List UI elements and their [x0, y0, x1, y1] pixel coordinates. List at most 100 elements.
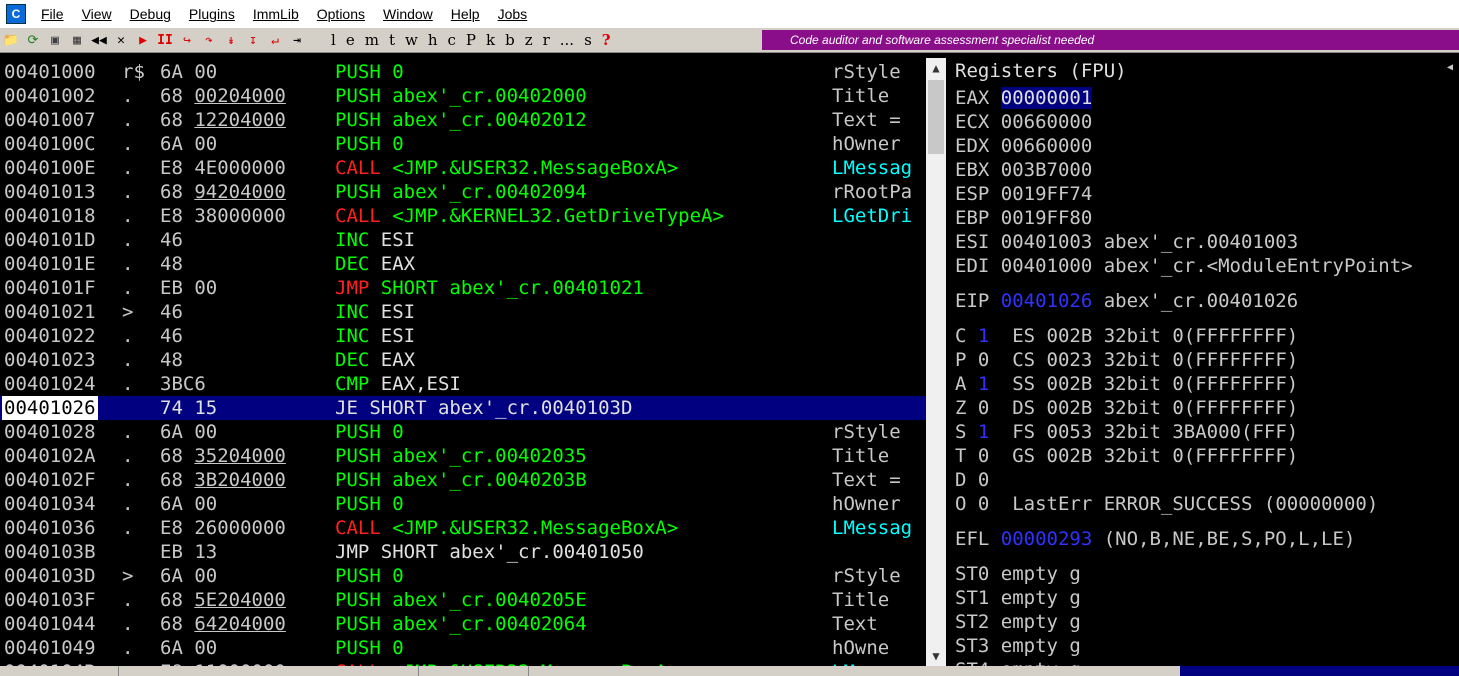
register-line[interactable]: EFL 00000293 (NO,B,NE,BE,S,PO,L,LE)	[955, 527, 1355, 551]
scroll-up-icon[interactable]: ▲	[926, 58, 946, 78]
register-line[interactable]: EDX 00660000	[955, 134, 1092, 158]
open-icon[interactable]: 📁	[2, 32, 20, 48]
disasm-row[interactable]: 0040102F. 68 3B204000 PUSH abex'_cr.004020…	[0, 468, 945, 492]
menu-options[interactable]: Options	[317, 6, 365, 22]
menu-help[interactable]: Help	[451, 6, 480, 22]
register-value[interactable]: 00660000	[1001, 111, 1093, 133]
disasm-row[interactable]: 00401000 r$ 6A 00 PUSH 0 rStyle	[0, 60, 945, 84]
register-line[interactable]: ESP 0019FF74	[955, 182, 1092, 206]
restart-icon[interactable]: ⟳	[24, 32, 42, 48]
shortcut-callstack[interactable]: k	[486, 31, 495, 49]
shortcut-help[interactable]: ?	[602, 31, 611, 49]
register-line[interactable]: ST1 empty g	[955, 586, 1081, 610]
trace-into-icon[interactable]: ↡	[222, 32, 240, 48]
register-value[interactable]: empty g	[1001, 563, 1081, 585]
go-to-icon[interactable]: ⇥	[288, 32, 306, 48]
flag-value[interactable]: 1	[978, 373, 989, 395]
disasm-row[interactable]: 0040102A. 68 35204000 PUSH abex'_cr.004020…	[0, 444, 945, 468]
disasm-row[interactable]: 00401023. 48 DEC EAX	[0, 348, 945, 372]
disasm-row[interactable]: 00401007. 68 12204000 PUSH abex'_cr.004020…	[0, 108, 945, 132]
run-icon[interactable]: ▶	[134, 32, 152, 48]
register-line[interactable]: EIP 00401026 abex'_cr.00401026	[955, 289, 1298, 313]
disasm-row[interactable]: 0040103F. 68 5E204000 PUSH abex'_cr.004020…	[0, 588, 945, 612]
shortcut-executable[interactable]: e	[346, 31, 355, 49]
flag-value[interactable]: 0	[978, 349, 989, 371]
register-value[interactable]: 00660000	[1001, 135, 1093, 157]
shortcut-source[interactable]: s	[584, 31, 592, 49]
disasm-row[interactable]: 0040103B EB 13 JMP SHORT abex'_cr.00401050	[0, 540, 945, 564]
flag-line[interactable]: O 0 LastErr ERROR_SUCCESS (00000000)	[955, 492, 1378, 516]
menu-debug[interactable]: Debug	[130, 6, 171, 22]
register-line[interactable]: ST2 empty g	[955, 610, 1081, 634]
shortcut-hw-breakpoints[interactable]: z	[525, 31, 533, 49]
registers-pane[interactable]: Registers (FPU) ◀ EAX 00000001 ECX 006600…	[949, 58, 1459, 666]
flag-line[interactable]: P 0 CS 0023 32bit 0(FFFFFFFF)	[955, 348, 1298, 372]
step-over-icon[interactable]: ↷	[200, 32, 218, 48]
register-line[interactable]: ST3 empty g	[955, 634, 1081, 658]
register-value[interactable]: 0019FF74	[1001, 183, 1093, 205]
shortcut-breakpoints[interactable]: b	[505, 31, 515, 49]
attach-icon[interactable]: ▦	[68, 32, 86, 48]
register-line[interactable]: EDI 00401000 abex'_cr.<ModuleEntryPoint>	[955, 254, 1413, 278]
flag-value[interactable]: 0	[978, 397, 989, 419]
step-into-icon[interactable]: ↪	[178, 32, 196, 48]
menu-plugins[interactable]: Plugins	[189, 6, 235, 22]
trace-over-icon[interactable]: ↧	[244, 32, 262, 48]
disasm-row[interactable]: 00401018. E8 38000000 CALL <JMP.&KERNEL32.…	[0, 204, 945, 228]
register-value[interactable]: 00401000	[1001, 255, 1093, 277]
shortcut-references[interactable]: r	[543, 31, 550, 49]
flag-line[interactable]: A 1 SS 002B 32bit 0(FFFFFFFF)	[955, 372, 1298, 396]
disasm-row[interactable]: 00401024. 3BC6 CMP EAX,ESI	[0, 372, 945, 396]
flag-value[interactable]: 1	[978, 325, 989, 347]
menu-view[interactable]: View	[82, 6, 112, 22]
stop-icon[interactable]: ✕	[112, 32, 130, 48]
register-value[interactable]: 003B7000	[1001, 159, 1093, 181]
shortcut-threads[interactable]: t	[389, 31, 395, 49]
flag-value[interactable]: 0	[978, 445, 989, 467]
register-line[interactable]: ST4 empty g	[955, 658, 1081, 666]
app-icon[interactable]: C	[6, 4, 26, 24]
register-line[interactable]: ESI 00401003 abex'_cr.00401003	[955, 230, 1298, 254]
menu-file[interactable]: File	[41, 6, 64, 22]
disasm-row[interactable]: 00401013. 68 94204000 PUSH abex'_cr.004020…	[0, 180, 945, 204]
register-value[interactable]: 00000293	[1001, 528, 1093, 550]
disasm-row[interactable]: 00401026 74 15 JE SHORT abex'_cr.0040103D	[0, 396, 945, 420]
register-value[interactable]: empty g	[1001, 611, 1081, 633]
register-line[interactable]: EBX 003B7000	[955, 158, 1092, 182]
menu-jobs[interactable]: Jobs	[498, 6, 528, 22]
disasm-row[interactable]: 00401049. 6A 00 PUSH 0 hOwne	[0, 636, 945, 660]
disasm-row[interactable]: 0040101E. 48 DEC EAX	[0, 252, 945, 276]
disasm-row[interactable]: 00401002. 68 00204000 PUSH abex'_cr.004020…	[0, 84, 945, 108]
disasm-row[interactable]: 00401044. 68 64204000 PUSH abex'_cr.004020…	[0, 612, 945, 636]
shortcut-handles[interactable]: h	[428, 31, 438, 49]
flag-line[interactable]: Z 0 DS 002B 32bit 0(FFFFFFFF)	[955, 396, 1298, 420]
flag-value[interactable]: 0	[978, 493, 989, 515]
register-value[interactable]: 0019FF80	[1001, 207, 1093, 229]
flag-value[interactable]: 1	[978, 421, 989, 443]
register-value[interactable]: empty g	[1001, 659, 1081, 666]
close-icon[interactable]: ▣	[46, 32, 64, 48]
shortcut-log[interactable]: l	[331, 31, 336, 49]
ad-banner[interactable]: Code auditor and software assessment spe…	[762, 30, 1459, 50]
register-line[interactable]: ST0 empty g	[955, 562, 1081, 586]
disasm-row[interactable]: 00401028. 6A 00 PUSH 0 rStyle	[0, 420, 945, 444]
register-value[interactable]: 00000001	[1000, 87, 1093, 109]
register-value[interactable]: empty g	[1001, 587, 1081, 609]
flag-line[interactable]: C 1 ES 002B 32bit 0(FFFFFFFF)	[955, 324, 1298, 348]
register-line[interactable]: ECX 00660000	[955, 110, 1092, 134]
flag-line[interactable]: T 0 GS 002B 32bit 0(FFFFFFFF)	[955, 444, 1298, 468]
shortcut-memory[interactable]: m	[365, 31, 379, 49]
flag-value[interactable]: 0	[978, 469, 989, 491]
menu-immlib[interactable]: ImmLib	[253, 6, 299, 22]
disasm-row[interactable]: 0040100C. 6A 00 PUSH 0 hOwner	[0, 132, 945, 156]
disasm-row[interactable]: 00401034. 6A 00 PUSH 0 hOwner	[0, 492, 945, 516]
disasm-row[interactable]: 00401036. E8 26000000 CALL <JMP.&USER32.Me…	[0, 516, 945, 540]
disassembly-pane[interactable]: 00401000 r$ 6A 00 PUSH 0 rStyle 00401002. 68 0…	[0, 58, 945, 666]
register-value[interactable]: empty g	[1001, 635, 1081, 657]
menu-window[interactable]: Window	[383, 6, 433, 22]
scroll-down-icon[interactable]: ▼	[926, 646, 946, 666]
rewind-icon[interactable]: ◀◀	[90, 32, 108, 48]
disasm-row[interactable]: 0040100E. E8 4E000000 CALL <JMP.&USER32.Me…	[0, 156, 945, 180]
disassembly-scrollbar[interactable]: ▲ ▼	[926, 58, 946, 666]
pane-menu-icon[interactable]: ◀	[1447, 62, 1453, 73]
